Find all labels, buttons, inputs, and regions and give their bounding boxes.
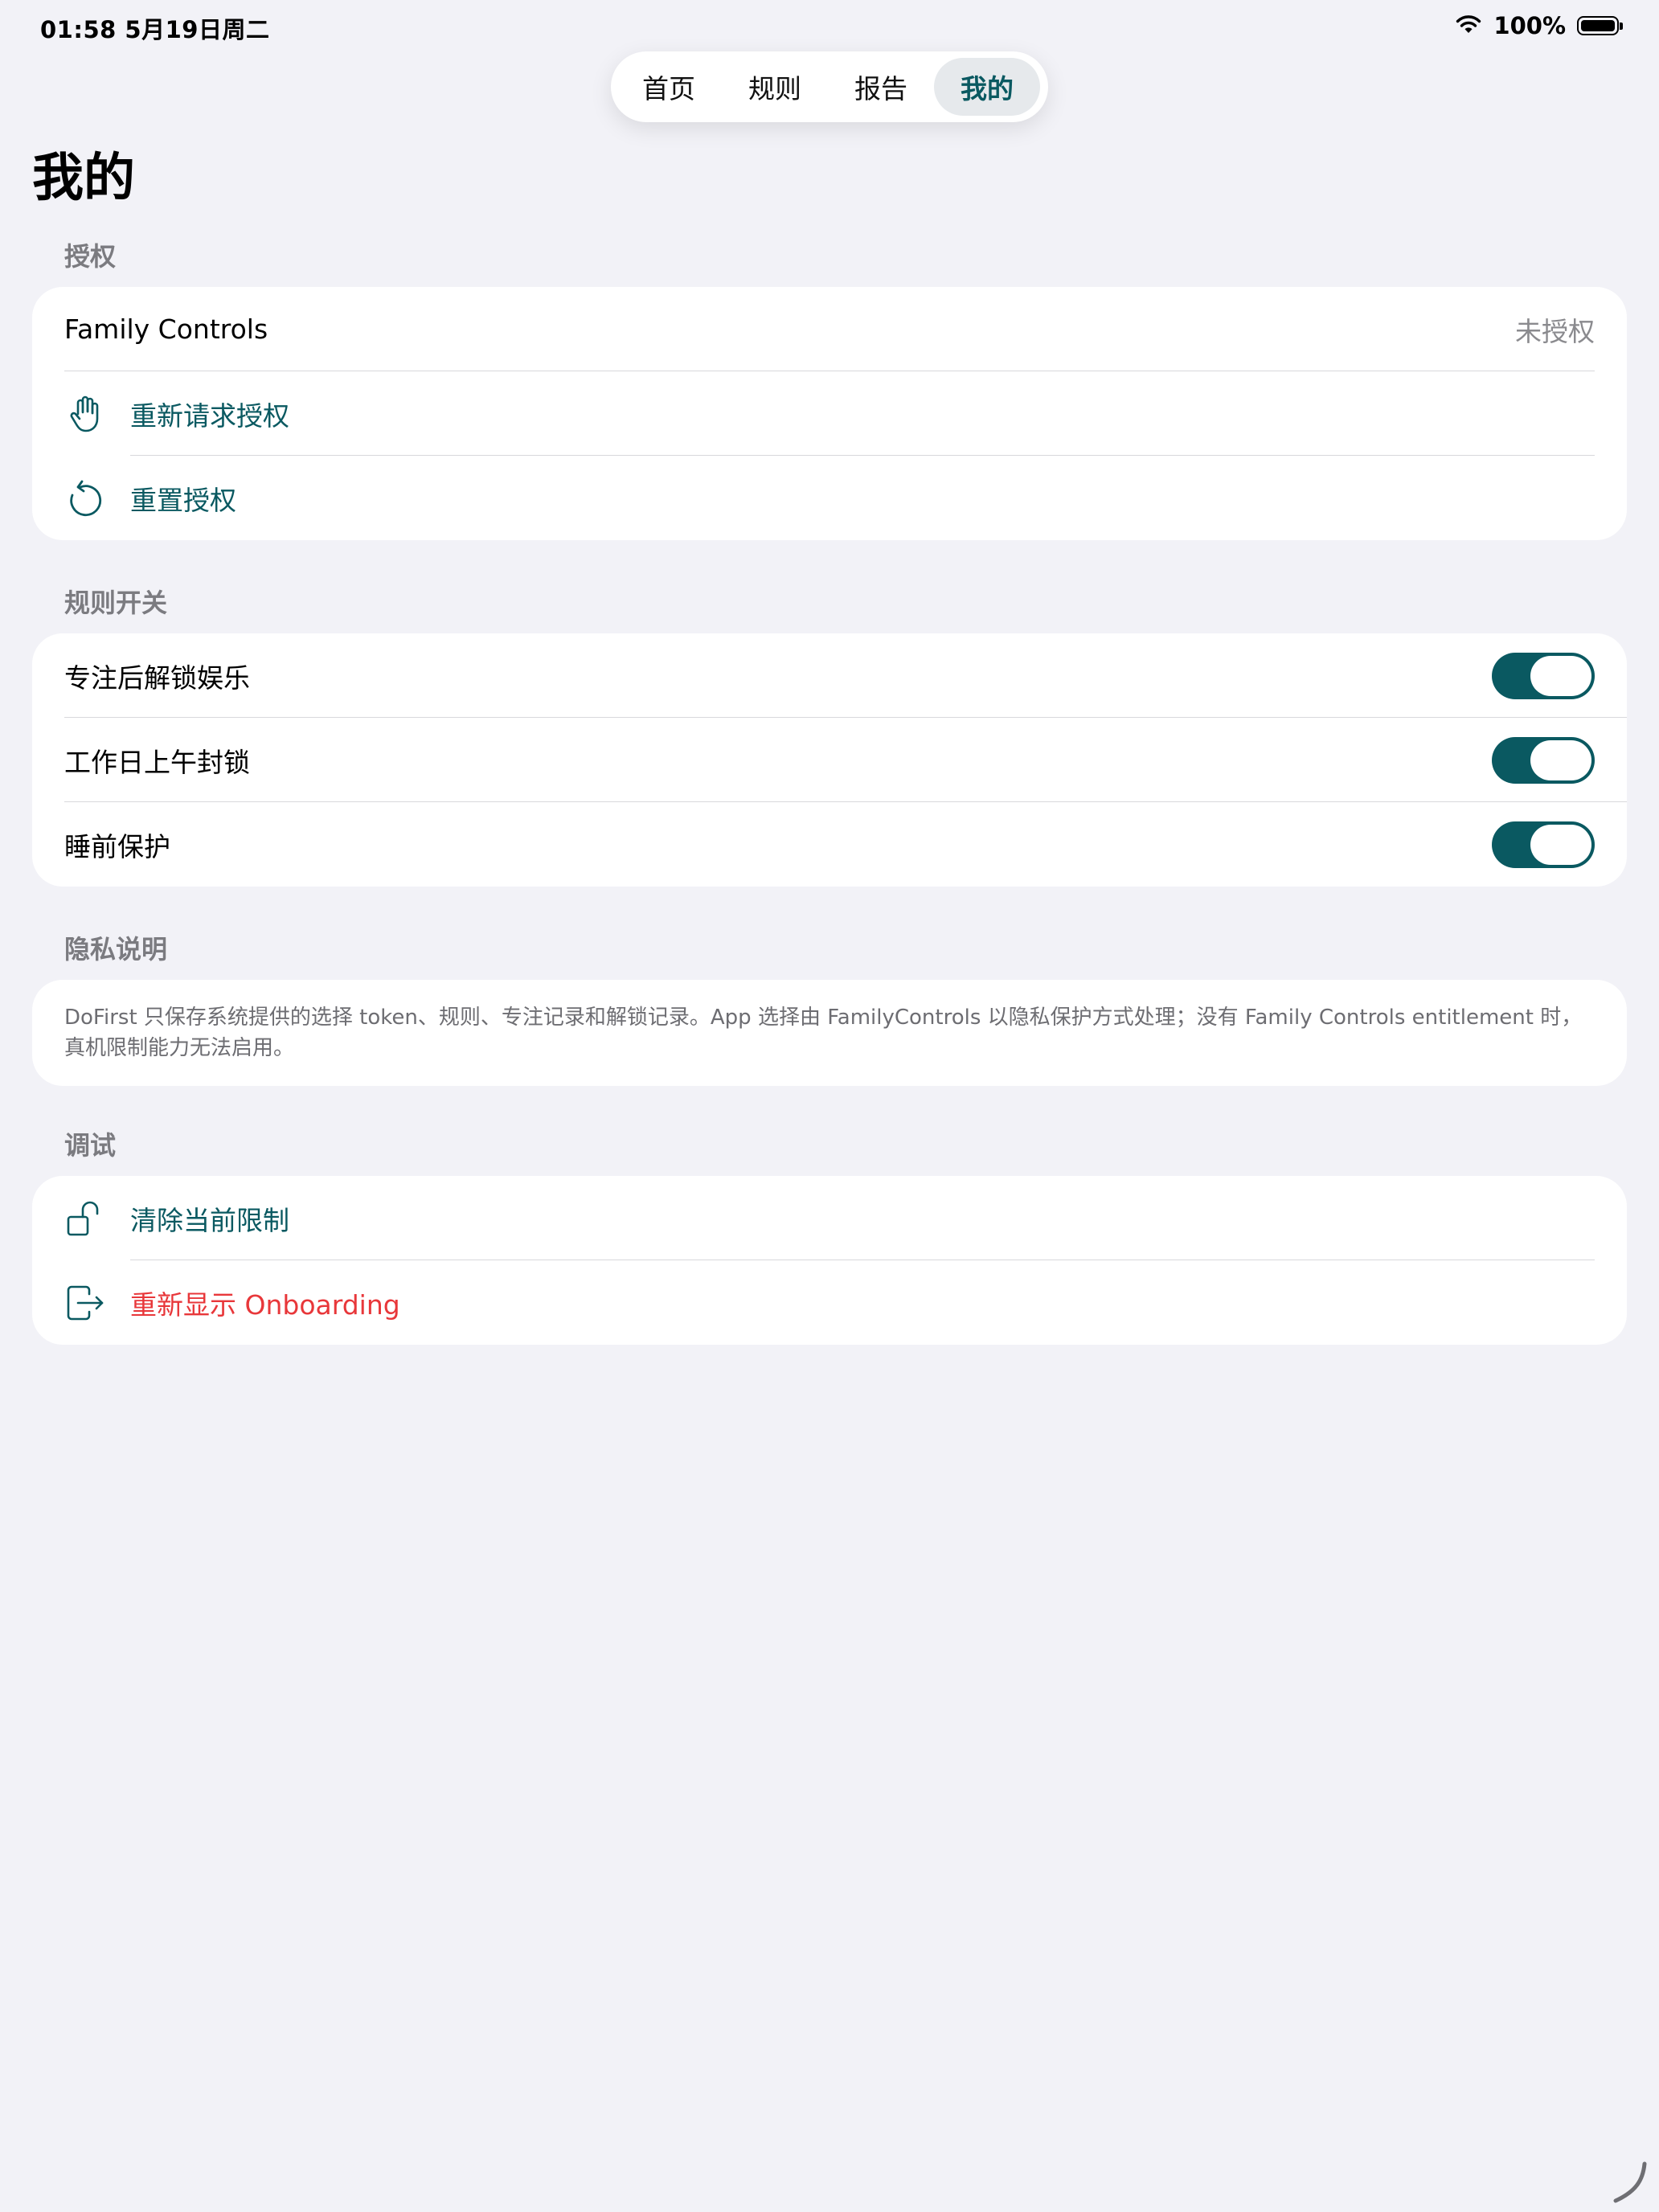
rule-label: 睡前保护 [64,830,170,862]
show-onboarding-label: 重新显示 Onboarding [130,1288,400,1321]
privacy-card: DoFirst 只保存系统提供的选择 token、规则、专注记录和解锁记录。Ap… [32,980,1627,1086]
debug-card: 清除当前限制 重新显示 Onboarding [32,1176,1627,1345]
request-authorization-label: 重新请求授权 [130,399,289,432]
rule-toggle[interactable] [1492,821,1595,868]
reset-authorization-button[interactable]: 重置授权 [32,456,1627,540]
clear-restrictions-button[interactable]: 清除当前限制 [32,1176,1627,1260]
tab-rules[interactable]: 规则 [722,58,828,116]
rule-toggle[interactable] [1492,736,1595,784]
section-header-privacy: 隐私说明 [64,934,168,965]
rules-card: 专注后解锁娱乐 工作日上午封锁 睡前保护 [32,633,1627,887]
battery-cap [1620,23,1623,30]
status-time: 01:58 5月19日周二 [40,16,270,43]
corner-grabber-icon [1604,2157,1653,2206]
rule-row: 睡前保护 [32,802,1627,887]
family-controls-label: Family Controls [64,313,268,345]
status-right: 100% [1455,10,1623,42]
hand-raised-icon [64,393,106,435]
toggle-knob [1530,655,1591,696]
tab-home[interactable]: 首页 [616,58,722,116]
rule-label: 工作日上午封锁 [64,746,250,778]
authorization-card: Family Controls 未授权 重新请求授权 重置授权 [32,287,1627,540]
rule-label: 专注后解锁娱乐 [64,662,250,694]
rule-row: 工作日上午封锁 [32,718,1627,802]
clear-restrictions-label: 清除当前限制 [130,1204,289,1236]
show-onboarding-button[interactable]: 重新显示 Onboarding [32,1260,1627,1345]
rule-row: 专注后解锁娱乐 [32,633,1627,718]
toggle-knob [1530,739,1591,780]
arrow-counterclockwise-icon [64,477,106,519]
tab-bar: 首页 规则 报告 我的 [611,51,1048,122]
battery-percent: 100% [1493,12,1566,39]
rule-toggle[interactable] [1492,652,1595,699]
family-controls-status: 未授权 [1515,315,1595,347]
family-controls-row: Family Controls 未授权 [32,287,1627,371]
battery-fill [1581,20,1615,31]
privacy-text: DoFirst 只保存系统提供的选择 token、规则、专注记录和解锁记录。Ap… [64,1006,1583,1060]
lock-open-icon [64,1198,106,1239]
tab-reports[interactable]: 报告 [828,58,934,116]
wifi-icon [1455,14,1482,38]
section-header-rules: 规则开关 [64,588,168,618]
section-header-debug: 调试 [64,1130,117,1161]
toggle-knob [1530,824,1591,865]
request-authorization-button[interactable]: 重新请求授权 [32,371,1627,456]
section-header-authorization: 授权 [64,241,117,272]
battery-icon [1577,16,1623,35]
tab-mine[interactable]: 我的 [934,58,1040,116]
status-bar: 01:58 5月19日周二 100% [0,0,1659,56]
exit-arrow-icon [64,1282,106,1324]
page-title: 我的 [32,149,135,208]
reset-authorization-label: 重置授权 [130,484,236,516]
